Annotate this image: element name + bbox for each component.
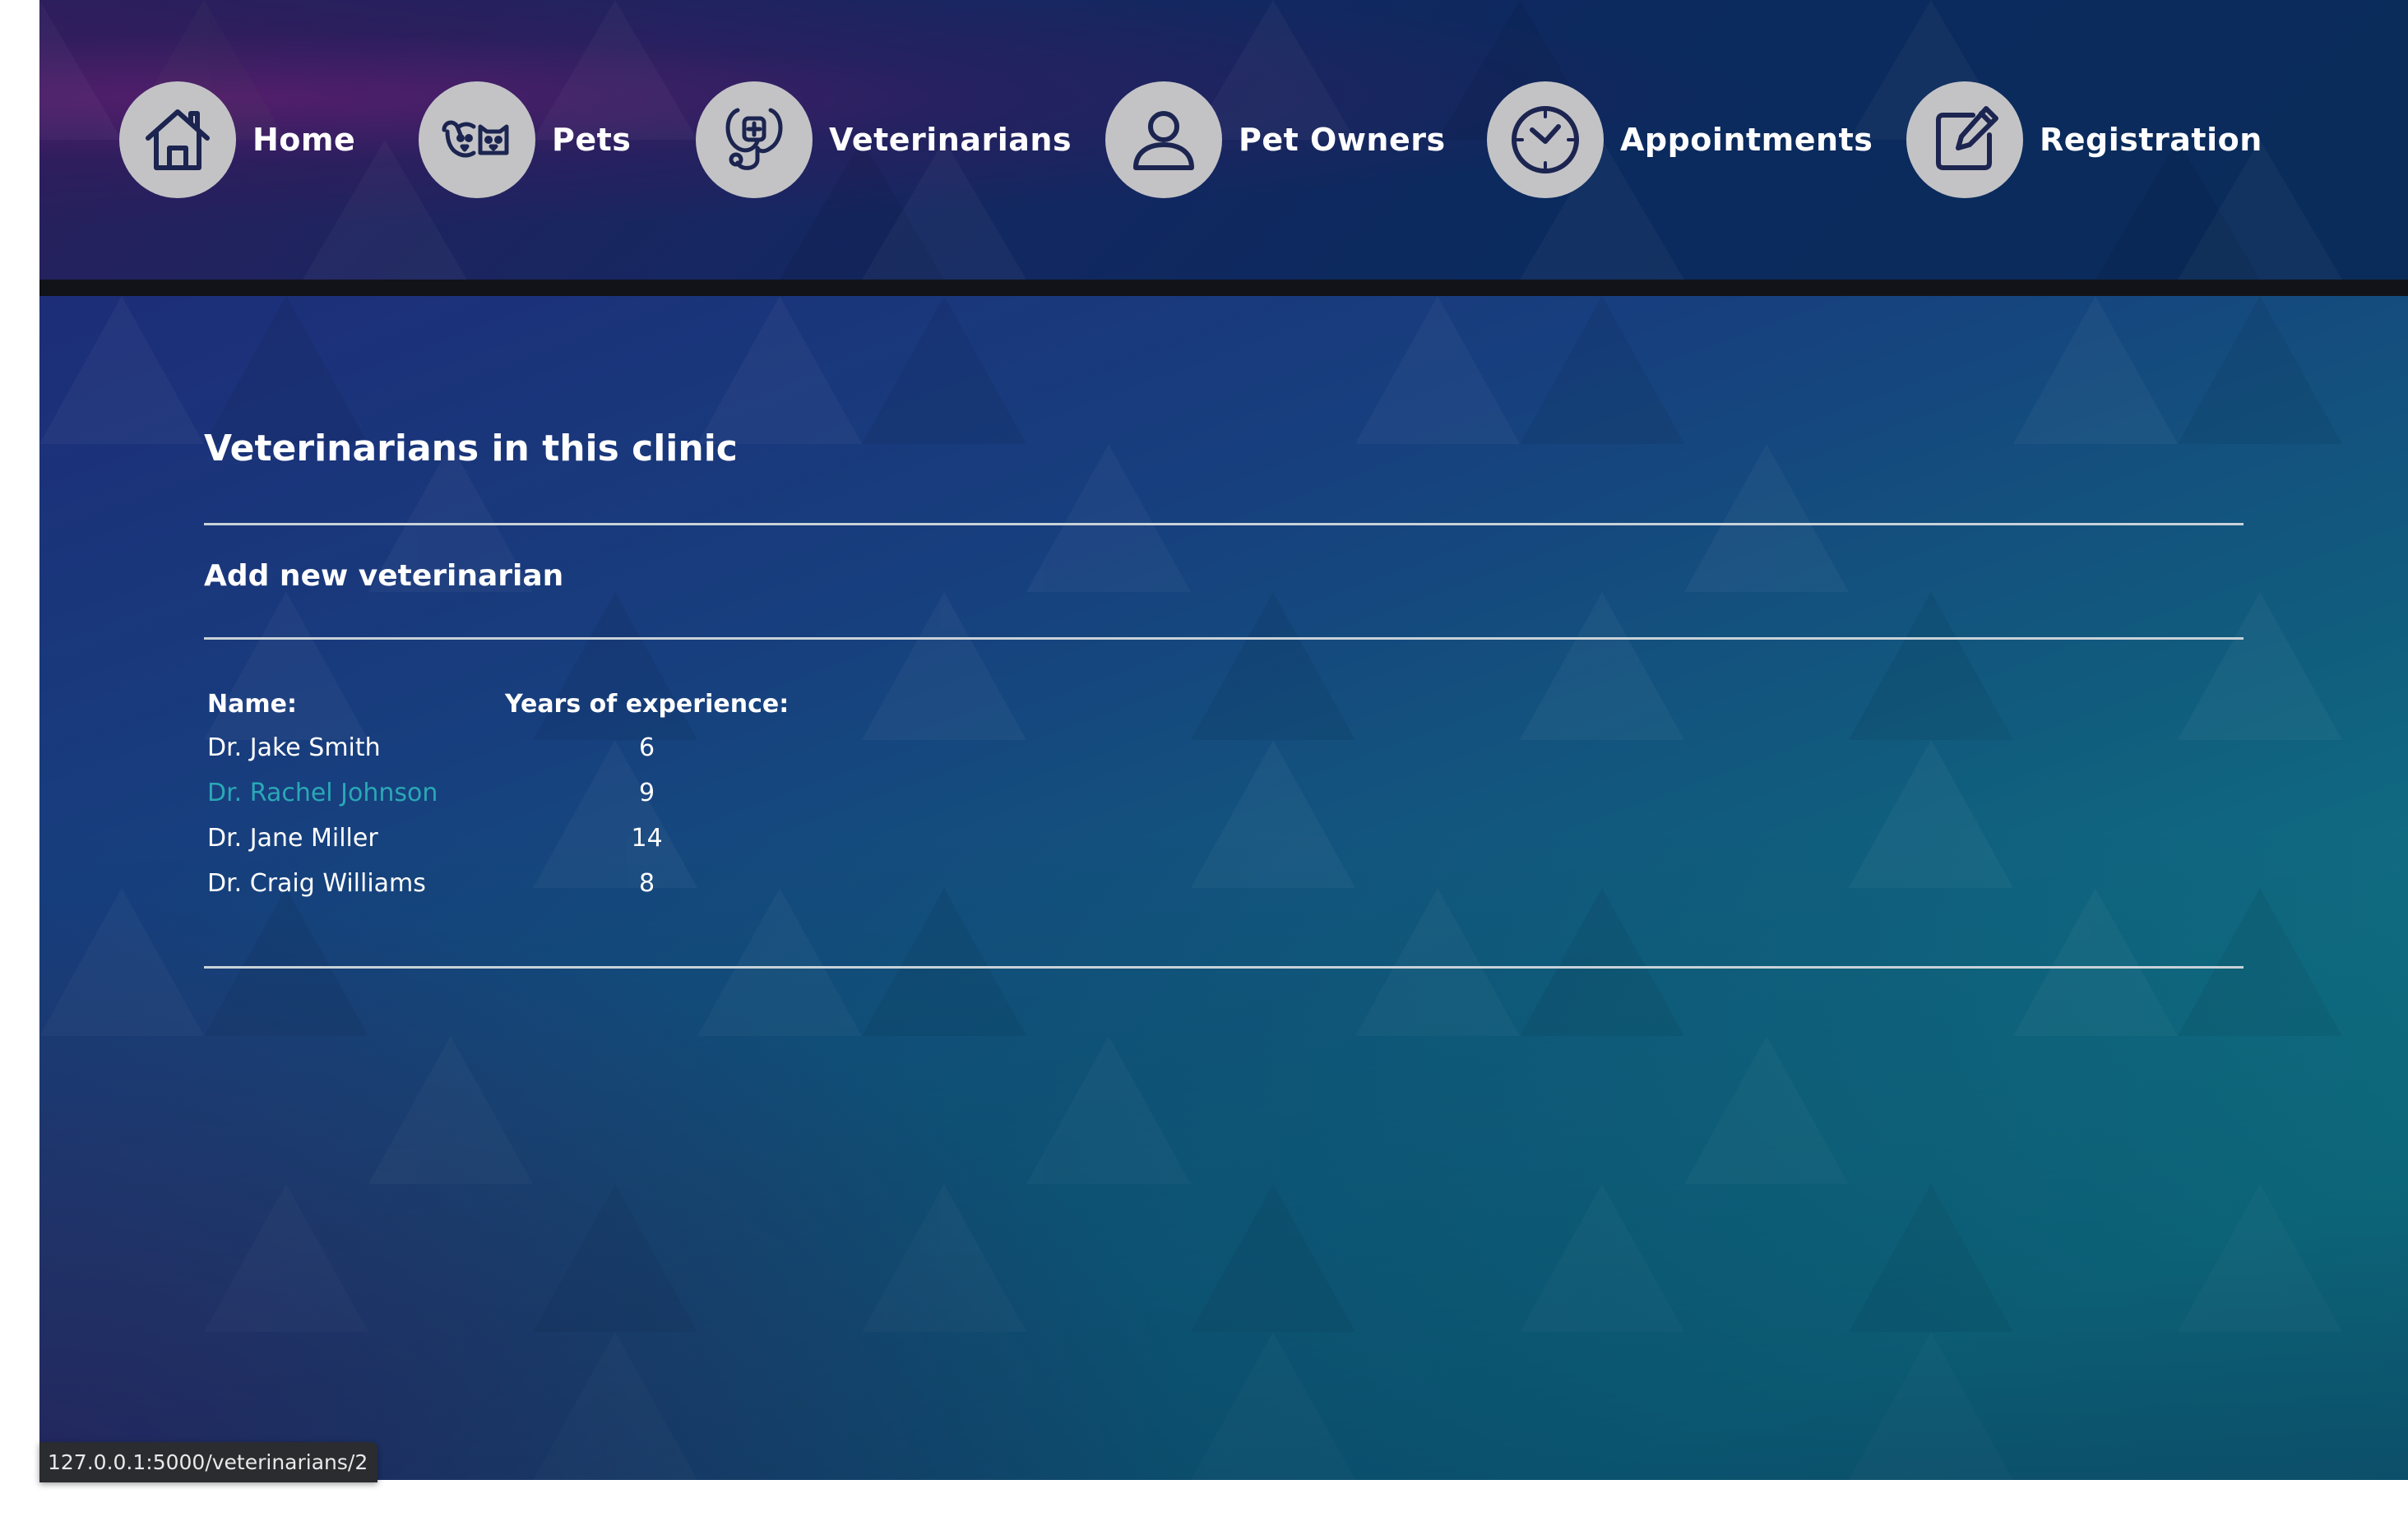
nav-home[interactable]: Home (119, 81, 355, 199)
table-row: Dr. Jane Miller 14 (204, 816, 792, 861)
veterinarian-name-link[interactable]: Dr. Jane Miller (204, 816, 502, 861)
nav-veterinarians-label: Veterinarians (829, 122, 1072, 158)
veterinarians-table: Name: Years of experience: Dr. Jake Smit… (204, 682, 792, 906)
divider (204, 523, 2244, 525)
years-of-experience: 6 (639, 733, 655, 762)
years-of-experience: 8 (639, 869, 655, 898)
nav-appointments-label: Appointments (1620, 122, 1873, 158)
years-of-experience: 9 (639, 779, 655, 807)
column-header-years: Years of experience: (505, 689, 790, 719)
edit-icon (1906, 81, 2023, 198)
veterinarian-name-link[interactable]: Dr. Craig Williams (204, 861, 502, 906)
page: Home Pets Veterinarians Pet Owners Appoi… (39, 0, 2408, 1480)
nav-pets[interactable]: Pets (419, 81, 631, 199)
nav-pet-owners-label: Pet Owners (1239, 122, 1446, 158)
nav-pets-label: Pets (552, 122, 632, 158)
nav-registration[interactable]: Registration (1906, 81, 2262, 199)
clock-icon (1487, 81, 1604, 198)
header: Home Pets Veterinarians Pet Owners Appoi… (39, 0, 2408, 280)
column-header-name: Name: (207, 689, 297, 719)
table-row: Dr. Jake Smith 6 (204, 725, 792, 770)
table-row: Dr. Rachel Johnson 9 (204, 770, 792, 816)
years-of-experience: 14 (631, 824, 663, 853)
stethoscope-icon (696, 81, 813, 198)
divider (204, 966, 2244, 969)
veterinarian-name-link[interactable]: Dr. Rachel Johnson (204, 770, 502, 816)
add-veterinarian-link[interactable]: Add new veterinarian (204, 559, 563, 593)
main-nav: Home Pets Veterinarians Pet Owners Appoi… (39, 0, 2408, 280)
nav-appointments[interactable]: Appointments (1487, 81, 1873, 199)
divider (204, 637, 2244, 640)
header-divider (39, 280, 2408, 296)
table-row: Dr. Craig Williams 8 (204, 861, 792, 906)
house-icon (119, 81, 236, 198)
nav-pet-owners[interactable]: Pet Owners (1105, 81, 1446, 199)
veterinarian-name-link[interactable]: Dr. Jake Smith (204, 725, 502, 770)
nav-home-label: Home (252, 122, 356, 158)
page-title: Veterinarians in this clinic (204, 428, 738, 469)
dog-cat-icon (419, 81, 535, 198)
person-icon (1105, 81, 1222, 198)
main-content: Veterinarians in this clinic Add new vet… (39, 296, 2408, 1480)
nav-veterinarians[interactable]: Veterinarians (696, 81, 1072, 199)
table-header-row: Name: Years of experience: (204, 682, 792, 725)
nav-registration-label: Registration (2040, 122, 2262, 158)
status-bar-url: 127.0.0.1:5000/veterinarians/2 (39, 1442, 378, 1482)
